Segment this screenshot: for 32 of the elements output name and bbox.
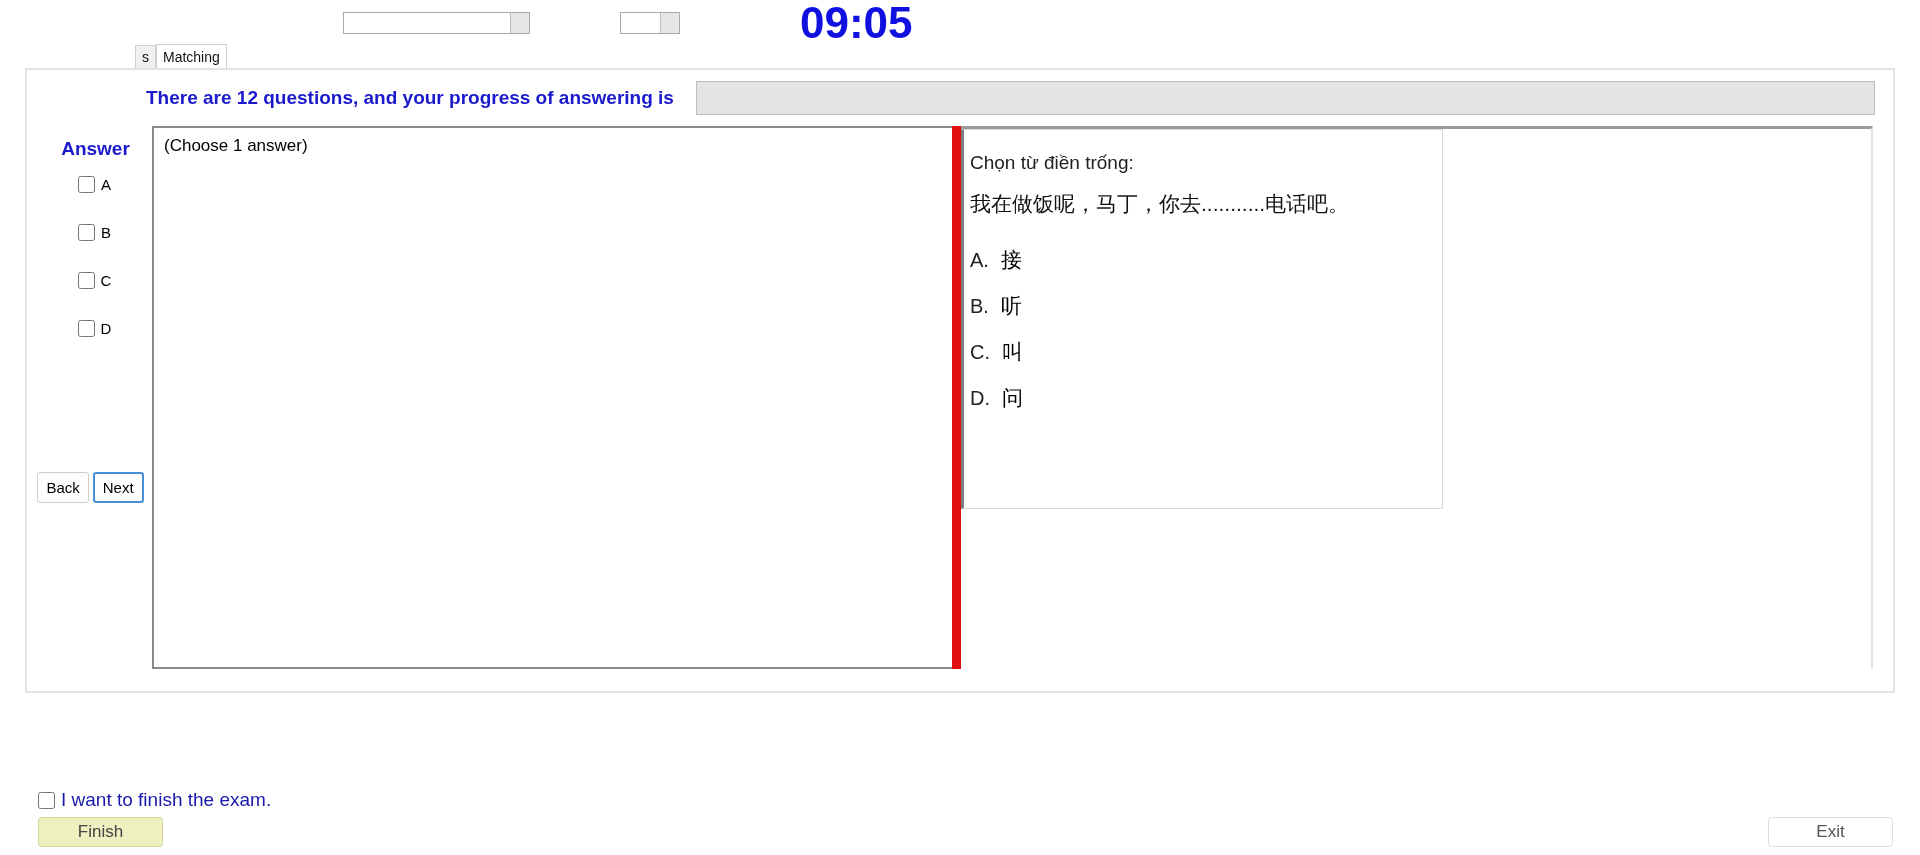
nav-button[interactable]: Next [92,472,144,503]
answer-checkbox[interactable] [78,223,95,241]
exit-button[interactable]: Exit [1768,817,1893,847]
answer-heading: Answer [61,138,130,160]
option-label: B [101,223,111,241]
nav-button[interactable]: Back [37,472,89,503]
answer-checkbox[interactable] [77,271,95,289]
tab[interactable]: s [135,45,156,68]
option-label: D [100,319,112,337]
choice-text: 听 [1000,293,1022,319]
progress-label: There are 12 questions, and your progress of answering is [146,87,674,109]
dropdown-field[interactable] [343,12,530,34]
countdown-timer: 09:05 [800,0,913,46]
choice-letter: A. [970,248,989,272]
choice-letter: C. [970,340,990,364]
choice-letter: B. [970,294,989,318]
answer-checkbox[interactable] [77,319,95,337]
finish-button[interactable]: Finish [38,817,163,847]
answer-checkbox[interactable] [78,175,95,193]
choice-text: 叫 [1002,339,1023,365]
dropdown-field[interactable] [620,12,680,34]
option-label: A [101,175,111,193]
question-sentence: 我在做饭呢，马丁，你去...........电话吧。 [970,191,1351,217]
choice-letter: D. [970,386,990,410]
question-prompt: Chọn từ điền trống: [970,152,1135,174]
answer-hint: (Choose 1 answer) [164,136,308,155]
tab[interactable]: Matching [156,44,227,68]
option-label: C [100,271,112,289]
finish-label: I want to finish the exam. [61,789,272,811]
choice-text: 问 [1002,385,1023,411]
finish-checkbox[interactable] [38,791,55,809]
choice-text: 接 [1000,247,1022,273]
